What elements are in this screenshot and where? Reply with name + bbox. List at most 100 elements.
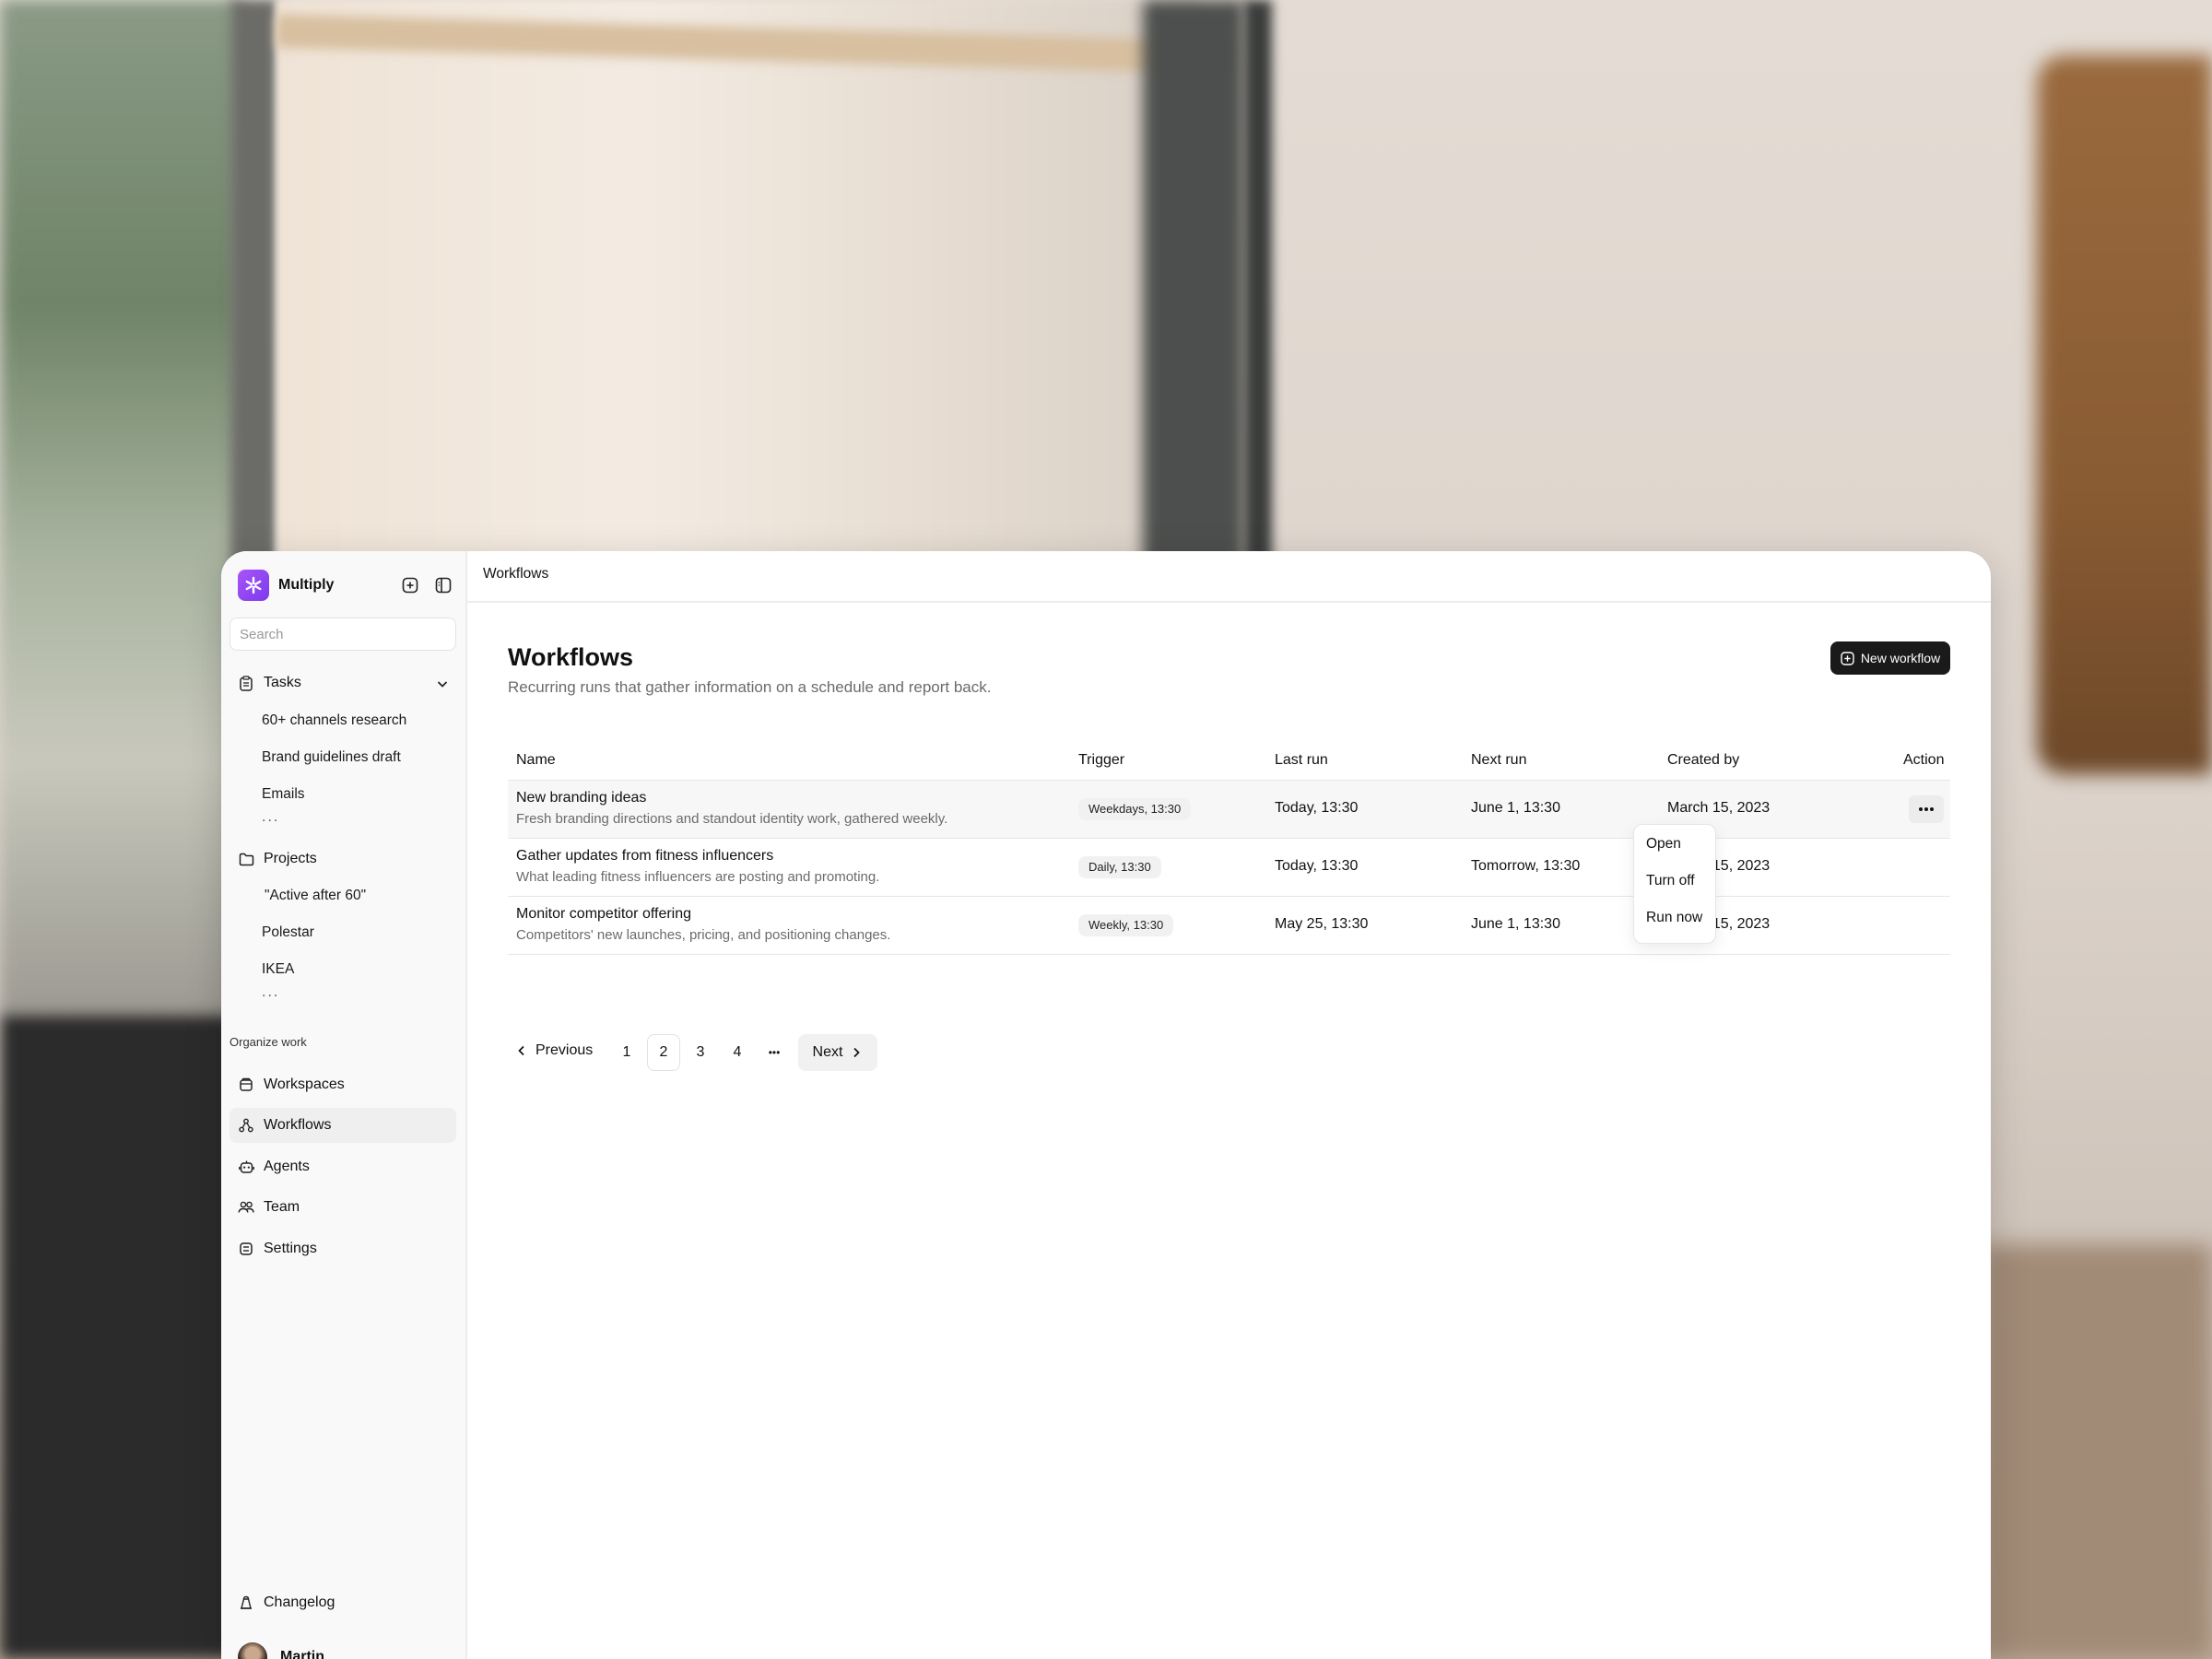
organize-work-label: Organize work (229, 1035, 307, 1049)
changelog-link[interactable]: Changelog (238, 1594, 335, 1611)
page-4-button[interactable]: 4 (721, 1034, 754, 1071)
folder-icon (238, 851, 254, 867)
column-header-created-by: Created by (1667, 752, 1740, 768)
brand[interactable]: Multiply (238, 570, 334, 601)
background-curtain (276, 0, 1198, 571)
last-run: Today, 13:30 (1275, 858, 1359, 874)
task-item[interactable]: 60+ channels research (262, 712, 406, 729)
next-run: June 1, 13:30 (1471, 916, 1560, 932)
background-window (0, 0, 240, 1014)
table-row[interactable]: Gather updates from fitness influencers … (508, 839, 1950, 897)
pagination: Previous 1 2 3 4 ••• Next (508, 1034, 895, 1071)
top-bar: Workflows (466, 551, 1991, 603)
column-header-next-run: Next run (1471, 752, 1527, 768)
tasks-more[interactable]: ... (262, 809, 279, 826)
workflows-icon (238, 1117, 254, 1134)
table-row[interactable]: New branding ideas Fresh branding direct… (508, 781, 1950, 839)
avatar (238, 1642, 267, 1659)
table-header: Name Trigger Last run Next run Created b… (508, 745, 1950, 781)
nav-workspaces[interactable]: Workspaces (229, 1067, 456, 1102)
new-workflow-button[interactable]: New workflow (1830, 641, 1950, 675)
page-1-button[interactable]: 1 (610, 1034, 643, 1071)
background-window-glass (1143, 0, 1244, 571)
menu-item-turn-off[interactable]: Turn off (1646, 873, 1695, 889)
new-item-icon[interactable] (400, 575, 420, 595)
column-header-name: Name (516, 752, 556, 768)
created-by: March 15, 2023 (1667, 800, 1771, 816)
breadcrumb[interactable]: Workflows (483, 566, 548, 582)
user-name: Martin (280, 1649, 324, 1659)
multiply-logo-icon (238, 570, 269, 601)
next-run: Tomorrow, 13:30 (1471, 858, 1581, 874)
workflows-table: Name Trigger Last run Next run Created b… (508, 745, 1950, 955)
workflow-description: What leading fitness influencers are pos… (516, 869, 880, 885)
more-actions-button[interactable] (1909, 795, 1944, 823)
project-item[interactable]: IKEA (262, 961, 294, 978)
menu-item-open[interactable]: Open (1646, 836, 1681, 853)
chevron-left-icon (518, 1045, 524, 1056)
task-item[interactable]: Brand guidelines draft (262, 749, 401, 766)
page-2-button[interactable]: 2 (647, 1034, 680, 1071)
changelog-label: Changelog (264, 1594, 335, 1610)
app-name: Multiply (278, 577, 335, 593)
workflow-description: Fresh branding directions and standout i… (516, 811, 948, 827)
nav-settings-label: Settings (264, 1241, 317, 1256)
plus-square-icon (1841, 651, 1855, 665)
chevron-down-icon[interactable] (435, 677, 450, 696)
workflow-name[interactable]: Gather updates from fitness influencers (516, 848, 773, 865)
workflow-name[interactable]: New branding ideas (516, 790, 646, 806)
main-content: Workflows Workflows Recurring runs that … (466, 551, 1991, 1659)
nav-team-label: Team (264, 1199, 300, 1215)
next-label: Next (812, 1044, 843, 1060)
background-window-glass-edge (1244, 0, 1272, 571)
workflow-name[interactable]: Monitor competitor offering (516, 906, 691, 923)
trigger-badge: Daily, 13:30 (1078, 856, 1161, 878)
nav-settings[interactable]: Settings (229, 1231, 456, 1266)
tasks-section-header[interactable]: Tasks (238, 675, 301, 691)
agents-icon (238, 1159, 254, 1175)
menu-item-run-now[interactable]: Run now (1646, 910, 1702, 926)
search-input[interactable] (229, 618, 456, 651)
background-bag (2037, 55, 2212, 774)
nav-team[interactable]: Team (229, 1190, 456, 1225)
action-menu: Open Turn off Run now (1633, 824, 1716, 944)
trigger-badge: Weekly, 13:30 (1078, 914, 1174, 936)
workflow-description: Competitors' new launches, pricing, and … (516, 927, 891, 943)
column-header-trigger: Trigger (1078, 752, 1125, 768)
nav-agents-label: Agents (264, 1159, 310, 1174)
project-item[interactable]: Polestar (262, 924, 314, 941)
next-run: June 1, 13:30 (1471, 800, 1560, 816)
page-subtitle: Recurring runs that gather information o… (508, 678, 992, 696)
workspaces-icon (238, 1077, 254, 1093)
project-item[interactable]: "Active after 60" (265, 888, 366, 904)
new-workflow-label: New workflow (1860, 651, 1941, 665)
last-run: Today, 13:30 (1275, 800, 1359, 816)
projects-label: Projects (264, 851, 317, 866)
task-item[interactable]: Emails (262, 786, 305, 803)
clipboard-icon (238, 675, 254, 691)
more-horizontal-icon (1919, 807, 1934, 811)
column-header-action: Action (1903, 752, 1945, 768)
app-window: Multiply Tasks 60+ channels research Bra… (221, 551, 1991, 1659)
background-floor (0, 1014, 240, 1659)
projects-more[interactable]: ... (262, 984, 279, 1001)
previous-label: Previous (535, 1042, 594, 1058)
table-row[interactable]: Monitor competitor offering Competitors'… (508, 897, 1950, 955)
column-header-last-run: Last run (1275, 752, 1328, 768)
previous-page-button[interactable]: Previous (515, 1042, 593, 1059)
nav-agents[interactable]: Agents (229, 1149, 456, 1184)
changelog-icon (238, 1594, 254, 1611)
trigger-badge: Weekdays, 13:30 (1078, 798, 1192, 820)
settings-icon (238, 1241, 254, 1257)
last-run: May 25, 13:30 (1275, 916, 1369, 932)
tasks-label: Tasks (264, 675, 301, 690)
nav-workspaces-label: Workspaces (264, 1077, 345, 1092)
nav-workflows[interactable]: Workflows (229, 1108, 456, 1143)
next-page-button[interactable]: Next (798, 1034, 877, 1071)
toggle-sidebar-icon[interactable] (433, 575, 453, 595)
user-menu[interactable]: Martin (238, 1642, 324, 1659)
page-3-button[interactable]: 3 (684, 1034, 717, 1071)
page-ellipsis: ••• (768, 1046, 781, 1059)
projects-section-header[interactable]: Projects (238, 851, 317, 867)
page-title: Workflows (508, 643, 634, 671)
